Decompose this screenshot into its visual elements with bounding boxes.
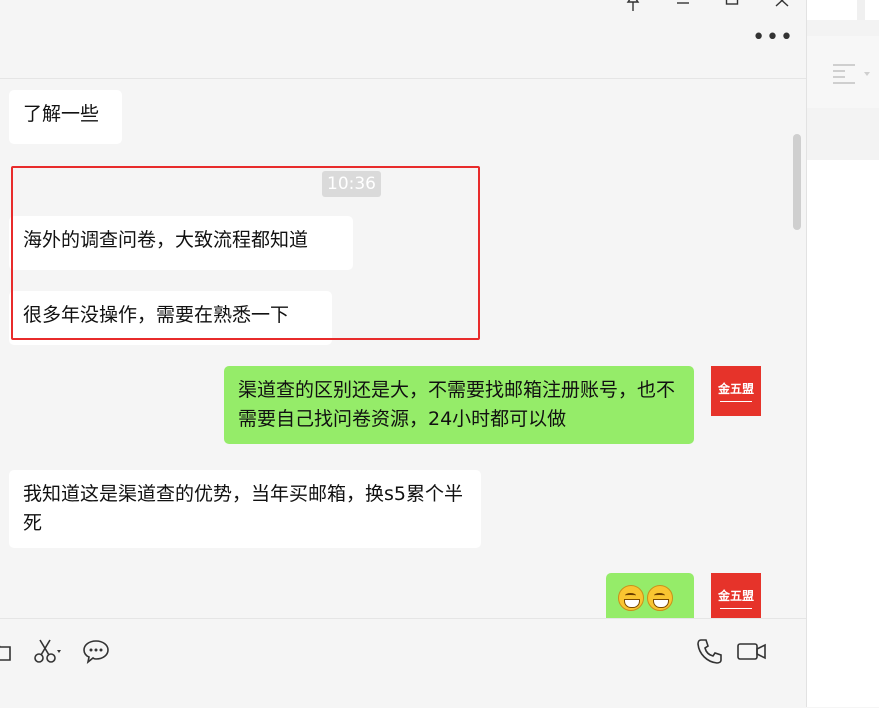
scrollbar-thumb[interactable] bbox=[793, 134, 801, 230]
message-bubble-incoming[interactable]: 我知道这是渠道查的优势，当年买邮箱，换s5累个半死 bbox=[9, 470, 481, 548]
phone-icon[interactable] bbox=[695, 637, 723, 665]
maximize-button[interactable] bbox=[717, 0, 747, 18]
avatar-text: 金五盟 bbox=[717, 589, 754, 603]
minimize-button[interactable] bbox=[668, 0, 698, 18]
message-text: 我知道这是渠道查的优势，当年买邮箱，换s5累个半死 bbox=[23, 483, 463, 534]
message-bubble-outgoing[interactable]: 渠道查的区别还是大，不需要找邮箱注册账号，也不需要自己找问卷资源，24小时都可以… bbox=[224, 366, 694, 444]
grinning-face-icon bbox=[618, 584, 644, 611]
message-bubble-outgoing[interactable] bbox=[606, 573, 694, 618]
side-panel-divider bbox=[857, 0, 865, 20]
avatar[interactable]: 金五盟 bbox=[711, 366, 761, 416]
format-dropdown-icon[interactable] bbox=[831, 62, 871, 86]
avatar-underline bbox=[720, 608, 752, 609]
chat-window: ••• 了解一些 10:36 海外的调查问卷，大致流程都知道 很多年没操作，需要… bbox=[0, 0, 806, 708]
side-panel-toolbar bbox=[807, 36, 879, 109]
grinning-face-icon bbox=[647, 584, 673, 611]
close-button[interactable] bbox=[767, 0, 797, 18]
message-bubble-incoming[interactable]: 了解一些 bbox=[9, 90, 122, 144]
pin-icon[interactable] bbox=[618, 0, 648, 18]
video-call-icon[interactable] bbox=[736, 637, 766, 665]
side-panel-strip bbox=[807, 20, 879, 36]
side-panel-header bbox=[807, 0, 879, 20]
chat-bubble-icon[interactable] bbox=[82, 637, 110, 665]
message-list[interactable]: 了解一些 10:36 海外的调查问卷，大致流程都知道 很多年没操作，需要在熟悉一… bbox=[0, 78, 806, 618]
scissors-icon[interactable] bbox=[32, 637, 61, 665]
highlight-annotation-box bbox=[11, 166, 480, 340]
side-panel-section bbox=[807, 108, 879, 160]
folder-icon[interactable] bbox=[0, 637, 14, 665]
avatar-text: 金五盟 bbox=[717, 382, 754, 396]
avatar[interactable]: 金五盟 bbox=[711, 573, 761, 618]
message-text: 了解一些 bbox=[23, 103, 100, 125]
avatar-underline bbox=[720, 401, 752, 402]
message-text: 渠道查的区别还是大，不需要找邮箱注册账号，也不需要自己找问卷资源，24小时都可以… bbox=[238, 379, 676, 430]
title-bar: ••• bbox=[0, 0, 806, 79]
more-options-button[interactable]: ••• bbox=[752, 27, 794, 49]
side-panel bbox=[806, 0, 879, 707]
input-toolbar bbox=[0, 618, 806, 708]
